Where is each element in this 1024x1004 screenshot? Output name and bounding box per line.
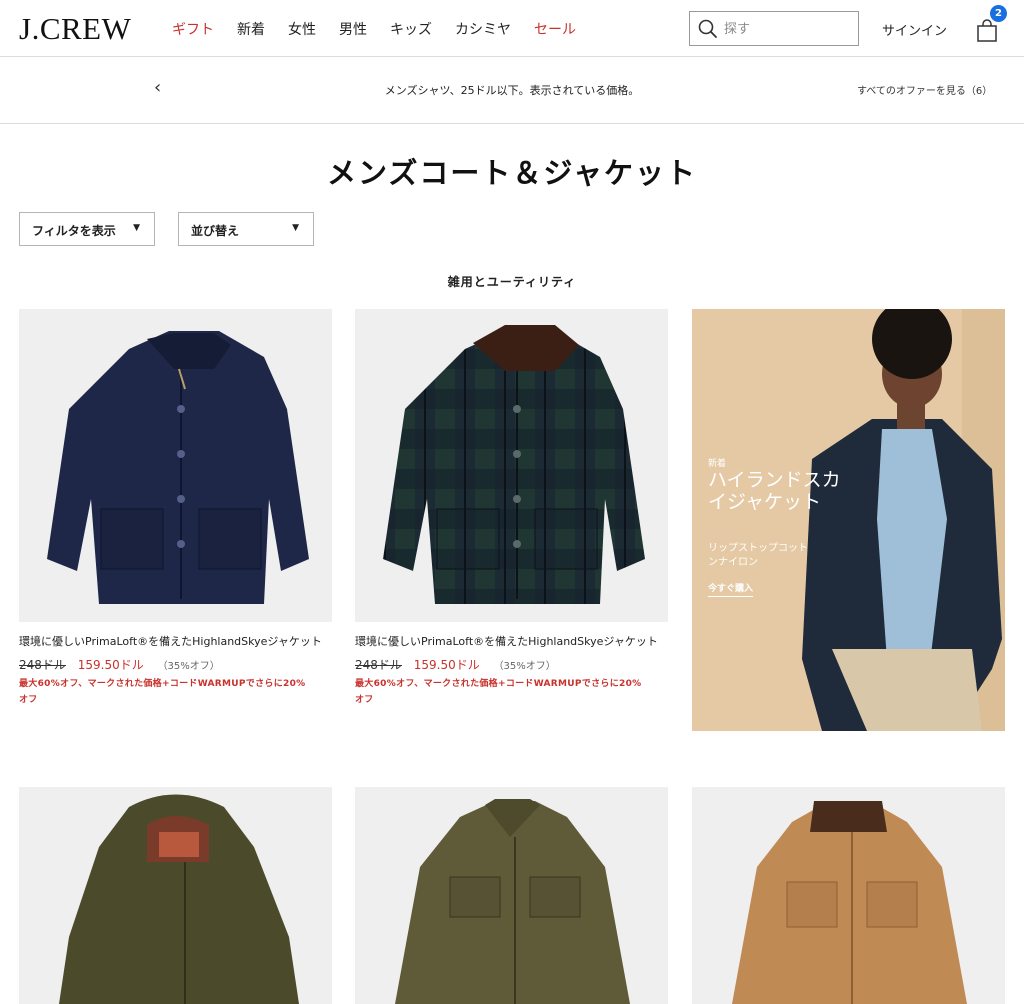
- product-image-navy-jacket[interactable]: [19, 309, 332, 622]
- shopping-bag-button[interactable]: 2: [976, 5, 1007, 43]
- filter-dropdown[interactable]: フィルタを表示 ▼: [19, 212, 155, 246]
- hero-subtitle: リップストップコットンナイロン: [708, 543, 808, 568]
- hero-model-photo: [692, 309, 1005, 731]
- tan-field-jacket-illustration: [692, 787, 1005, 1004]
- original-price: 248ドル: [19, 658, 66, 672]
- hero-eyebrow: 新着: [708, 459, 727, 469]
- product-title[interactable]: 環境に優しいPrimaLoft®を備えたHighlandSkyeジャケット: [355, 633, 658, 649]
- signin-link[interactable]: サインイン: [882, 20, 947, 39]
- product-promo: 最大60%オフ、マークされた価格+コードWARMUPでさらに20% オフ: [19, 676, 305, 708]
- product-image-olive-field-jacket[interactable]: [355, 787, 668, 1004]
- jcrew-logo[interactable]: J.CREW: [19, 11, 131, 47]
- product-image-plaid-jacket[interactable]: [355, 309, 668, 622]
- promo-line: 最大60%オフ、マークされた価格+コードWARMUPでさらに20%: [355, 679, 642, 689]
- see-all-offers-link[interactable]: すべてのオファーを見る（6）: [857, 82, 992, 97]
- nav-new[interactable]: 新着: [237, 19, 265, 39]
- search-box[interactable]: [689, 11, 859, 46]
- product-title[interactable]: 環境に優しいPrimaLoft®を備えたHighlandSkyeジャケット: [19, 633, 322, 649]
- original-price: 248ドル: [355, 658, 402, 672]
- hero-title: ハイランドスカイジャケット: [708, 469, 841, 513]
- bag-count-badge: 2: [990, 5, 1007, 22]
- sort-dropdown[interactable]: 並び替え ▼: [178, 212, 314, 246]
- shop-now-link[interactable]: 今すぐ購入: [708, 581, 754, 597]
- nav-women[interactable]: 女性: [288, 19, 316, 39]
- nav-men[interactable]: 男性: [339, 19, 367, 39]
- product-price: 248ドル 159.50ドル （35%オフ）: [19, 656, 220, 673]
- nav-cashmere[interactable]: カシミヤ: [455, 19, 511, 39]
- product-image-olive-parka[interactable]: [19, 787, 332, 1004]
- page-title: メンズコート＆ジャケット: [327, 156, 697, 190]
- promo-bar: ‹ メンズシャツ、25ドル以下。表示されている価格。 すべてのオファーを見る（6…: [0, 57, 1024, 124]
- discount-percent: （35%オフ）: [493, 661, 556, 672]
- discount-percent: （35%オフ）: [157, 661, 220, 672]
- site-header: J.CREW ギフト 新着 女性 男性 キッズ カシミヤ セール サインイン 2: [0, 0, 1024, 57]
- sale-price: 159.50ドル: [413, 658, 480, 672]
- search-icon[interactable]: [698, 19, 718, 39]
- promo-line: オフ: [355, 695, 374, 705]
- search-input[interactable]: [724, 18, 850, 40]
- plaid-jacket-illustration: [355, 309, 668, 622]
- nav-kids[interactable]: キッズ: [390, 19, 432, 39]
- product-price: 248ドル 159.50ドル （35%オフ）: [355, 656, 556, 673]
- olive-field-jacket-illustration: [355, 787, 668, 1004]
- caret-down-icon: ▼: [292, 223, 299, 233]
- shopping-bag-icon: [977, 19, 997, 42]
- promo-line: 最大60%オフ、マークされた価格+コードWARMUPでさらに20%: [19, 679, 306, 689]
- navy-jacket-illustration: [19, 309, 332, 622]
- sort-label: 並び替え: [191, 224, 240, 238]
- product-promo: 最大60%オフ、マークされた価格+コードWARMUPでさらに20% オフ: [355, 676, 641, 708]
- promo-line: オフ: [19, 695, 38, 705]
- filter-label: フィルタを表示: [32, 224, 116, 238]
- product-image-tan-field-jacket[interactable]: [692, 787, 1005, 1004]
- caret-down-icon: ▼: [133, 223, 140, 233]
- nav-sale[interactable]: セール: [534, 19, 576, 39]
- sale-price: 159.50ドル: [77, 658, 144, 672]
- section-title: 雑用とユーティリティ: [447, 275, 577, 289]
- hero-banner[interactable]: 新着 ハイランドスカイジャケット リップストップコットンナイロン 今すぐ購入: [692, 309, 1005, 731]
- olive-parka-illustration: [19, 787, 332, 1004]
- nav-gift[interactable]: ギフト: [172, 19, 214, 39]
- main-nav: ギフト 新着 女性 男性 キッズ カシミヤ セール: [172, 19, 599, 39]
